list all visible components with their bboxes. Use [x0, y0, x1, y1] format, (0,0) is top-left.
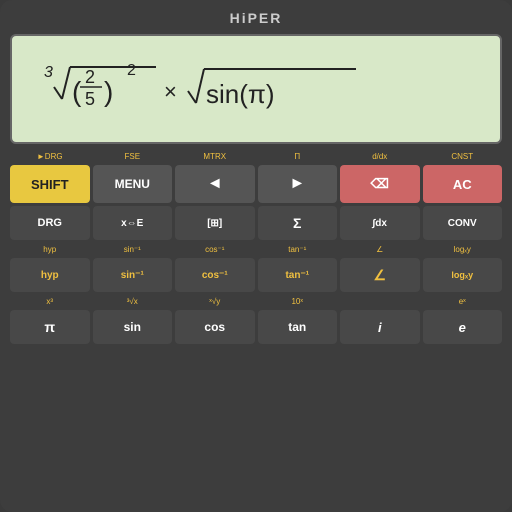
menu-button[interactable]: MENU	[93, 165, 173, 203]
svg-text:2: 2	[85, 67, 95, 87]
label-logxy: logₓy	[423, 243, 503, 255]
label-drg: ►DRG	[10, 150, 90, 162]
label-hyp: hyp	[10, 243, 90, 255]
ac-button[interactable]: AC	[423, 165, 503, 203]
pi-button[interactable]: π	[10, 310, 90, 344]
hyp-button[interactable]: hyp	[10, 258, 90, 292]
matrix-button[interactable]: [⊞]	[175, 206, 255, 240]
label-pi: Π	[258, 150, 338, 162]
app-title: HiPER	[230, 10, 283, 26]
label-arcsin: sin⁻¹	[93, 243, 173, 255]
display: 3 ( 2 5 ) 2 ×	[10, 34, 502, 144]
label-empty	[340, 295, 420, 307]
tan-button[interactable]: tan	[258, 310, 338, 344]
sin-button[interactable]: sin	[93, 310, 173, 344]
row4-sublabels: x³ ³√x ˣ√y 10ˣ eˣ	[10, 295, 502, 307]
label-mtrx: MTRX	[175, 150, 255, 162]
euler-button[interactable]: e	[423, 310, 503, 344]
svg-text:2: 2	[127, 62, 136, 79]
label-10x: 10ˣ	[258, 295, 338, 307]
label-cnst: CNST	[423, 150, 503, 162]
svg-text:(: (	[72, 76, 82, 107]
expression-display: 3 ( 2 5 ) 2 ×	[26, 49, 486, 129]
shift-button[interactable]: SHIFT	[10, 165, 90, 203]
row3-buttons: hyp sin⁻¹ cos⁻¹ tan⁻¹ ∠ logₓy	[10, 258, 502, 292]
arcsin-button[interactable]: sin⁻¹	[93, 258, 173, 292]
left-nav-button[interactable]: ◄	[175, 165, 255, 203]
arccos-button[interactable]: cos⁻¹	[175, 258, 255, 292]
right-nav-button[interactable]: ►	[258, 165, 338, 203]
label-ddx: d/dx	[340, 150, 420, 162]
angle-button[interactable]: ∠	[340, 258, 420, 292]
row1-buttons: SHIFT MENU ◄ ► ⌫ AC	[10, 165, 502, 203]
backspace-button[interactable]: ⌫	[340, 165, 420, 203]
label-arccos: cos⁻¹	[175, 243, 255, 255]
drg-button[interactable]: DRG	[10, 206, 90, 240]
row1-sublabels: ►DRG FSE MTRX Π d/dx CNST	[10, 150, 502, 162]
label-angle: ∠	[340, 243, 420, 255]
sigma-button[interactable]: Σ	[258, 206, 338, 240]
label-ex: eˣ	[423, 295, 503, 307]
svg-text:3: 3	[44, 64, 53, 81]
row2-buttons: DRG x⇔E [⊞] Σ ∫dx CONV	[10, 206, 502, 240]
svg-text:×: ×	[164, 79, 177, 104]
label-cbrt: ³√x	[93, 295, 173, 307]
svg-text:): )	[104, 76, 113, 107]
label-fse: FSE	[93, 150, 173, 162]
conv-button[interactable]: CONV	[423, 206, 503, 240]
row3-sublabels: hyp sin⁻¹ cos⁻¹ tan⁻¹ ∠ logₓy	[10, 243, 502, 255]
cos-button[interactable]: cos	[175, 310, 255, 344]
xee-button[interactable]: x⇔E	[93, 206, 173, 240]
svg-text:sin(π): sin(π)	[206, 79, 275, 109]
arctan-button[interactable]: tan⁻¹	[258, 258, 338, 292]
label-x3: x³	[10, 295, 90, 307]
imaginary-button[interactable]: i	[340, 310, 420, 344]
integral-button[interactable]: ∫dx	[340, 206, 420, 240]
label-xrty: ˣ√y	[175, 295, 255, 307]
logxy-button[interactable]: logₓy	[423, 258, 503, 292]
calculator: HiPER 3 ( 2 5 ) 2	[0, 0, 512, 512]
buttons-area: ►DRG FSE MTRX Π d/dx CNST SHIFT MENU ◄ ►…	[10, 150, 502, 344]
row4-buttons: π sin cos tan i e	[10, 310, 502, 344]
label-arctan: tan⁻¹	[258, 243, 338, 255]
svg-text:5: 5	[85, 89, 95, 109]
